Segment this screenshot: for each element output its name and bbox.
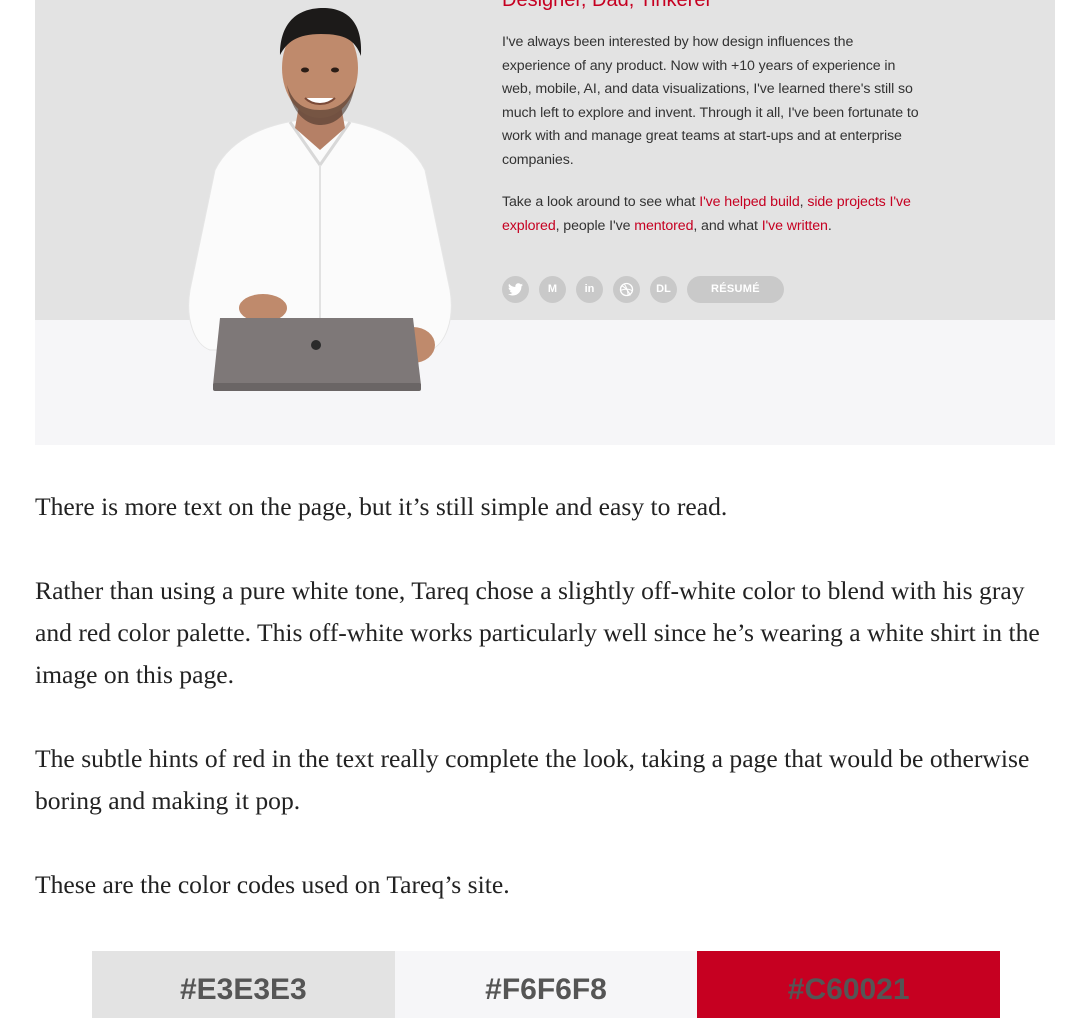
swatch-label: #E3E3E3 xyxy=(179,973,307,1006)
cta-text: , people I've xyxy=(555,217,635,234)
swatch-label: #C60021 xyxy=(787,973,910,1006)
hero-subtitle: Designer, Dad, Tinkerer xyxy=(502,0,713,11)
paragraph-3: The subtle hints of red in the text real… xyxy=(35,744,1030,815)
hero-bio: I've always been interested by how desig… xyxy=(502,34,919,168)
link-helped-build[interactable]: I've helped build xyxy=(699,194,800,210)
swatch-label: #F6F6F8 xyxy=(485,973,607,1006)
color-swatches: #E3E3E3 #F6F6F8 #C60021 xyxy=(92,951,1001,1018)
resume-button[interactable]: RÉSUMÉ xyxy=(687,275,784,303)
cta-text: Take a look around to see what xyxy=(502,194,700,210)
hero-section: Designer, Dad, Tinkerer I've always been… xyxy=(35,0,1055,445)
paragraph-2: Rather than using a pure white tone, Tar… xyxy=(35,576,1040,689)
dl-icon[interactable]: DL xyxy=(650,275,677,303)
dl-glyph: DL xyxy=(656,283,671,295)
dribbble-icon[interactable] xyxy=(613,275,640,303)
linkedin-glyph: in xyxy=(584,283,595,295)
cta-text: . xyxy=(827,217,832,234)
article-body: There is more text on the page, but it’s… xyxy=(35,486,1055,948)
medium-icon[interactable]: M xyxy=(539,275,566,303)
social-links: M in DL RÉSUMÉ xyxy=(502,275,784,303)
person-photo xyxy=(188,8,452,391)
swatch-offwhite: #F6F6F8 xyxy=(394,951,698,1018)
medium-glyph: M xyxy=(547,283,558,295)
cta-text: , and what xyxy=(693,217,762,234)
link-written[interactable]: I've written xyxy=(762,218,828,234)
paragraph-1: There is more text on the page, but it’s… xyxy=(35,492,728,521)
twitter-icon[interactable] xyxy=(502,275,529,303)
hero-cta: Take a look around to see what I've help… xyxy=(502,191,922,238)
link-mentored[interactable]: mentored xyxy=(634,218,693,234)
paragraph-4: These are the color codes used on Tareq’… xyxy=(35,870,510,899)
swatch-gray: #E3E3E3 xyxy=(92,951,395,1018)
linkedin-icon[interactable]: in xyxy=(576,275,603,303)
swatch-red: #C60021 xyxy=(697,951,1001,1018)
